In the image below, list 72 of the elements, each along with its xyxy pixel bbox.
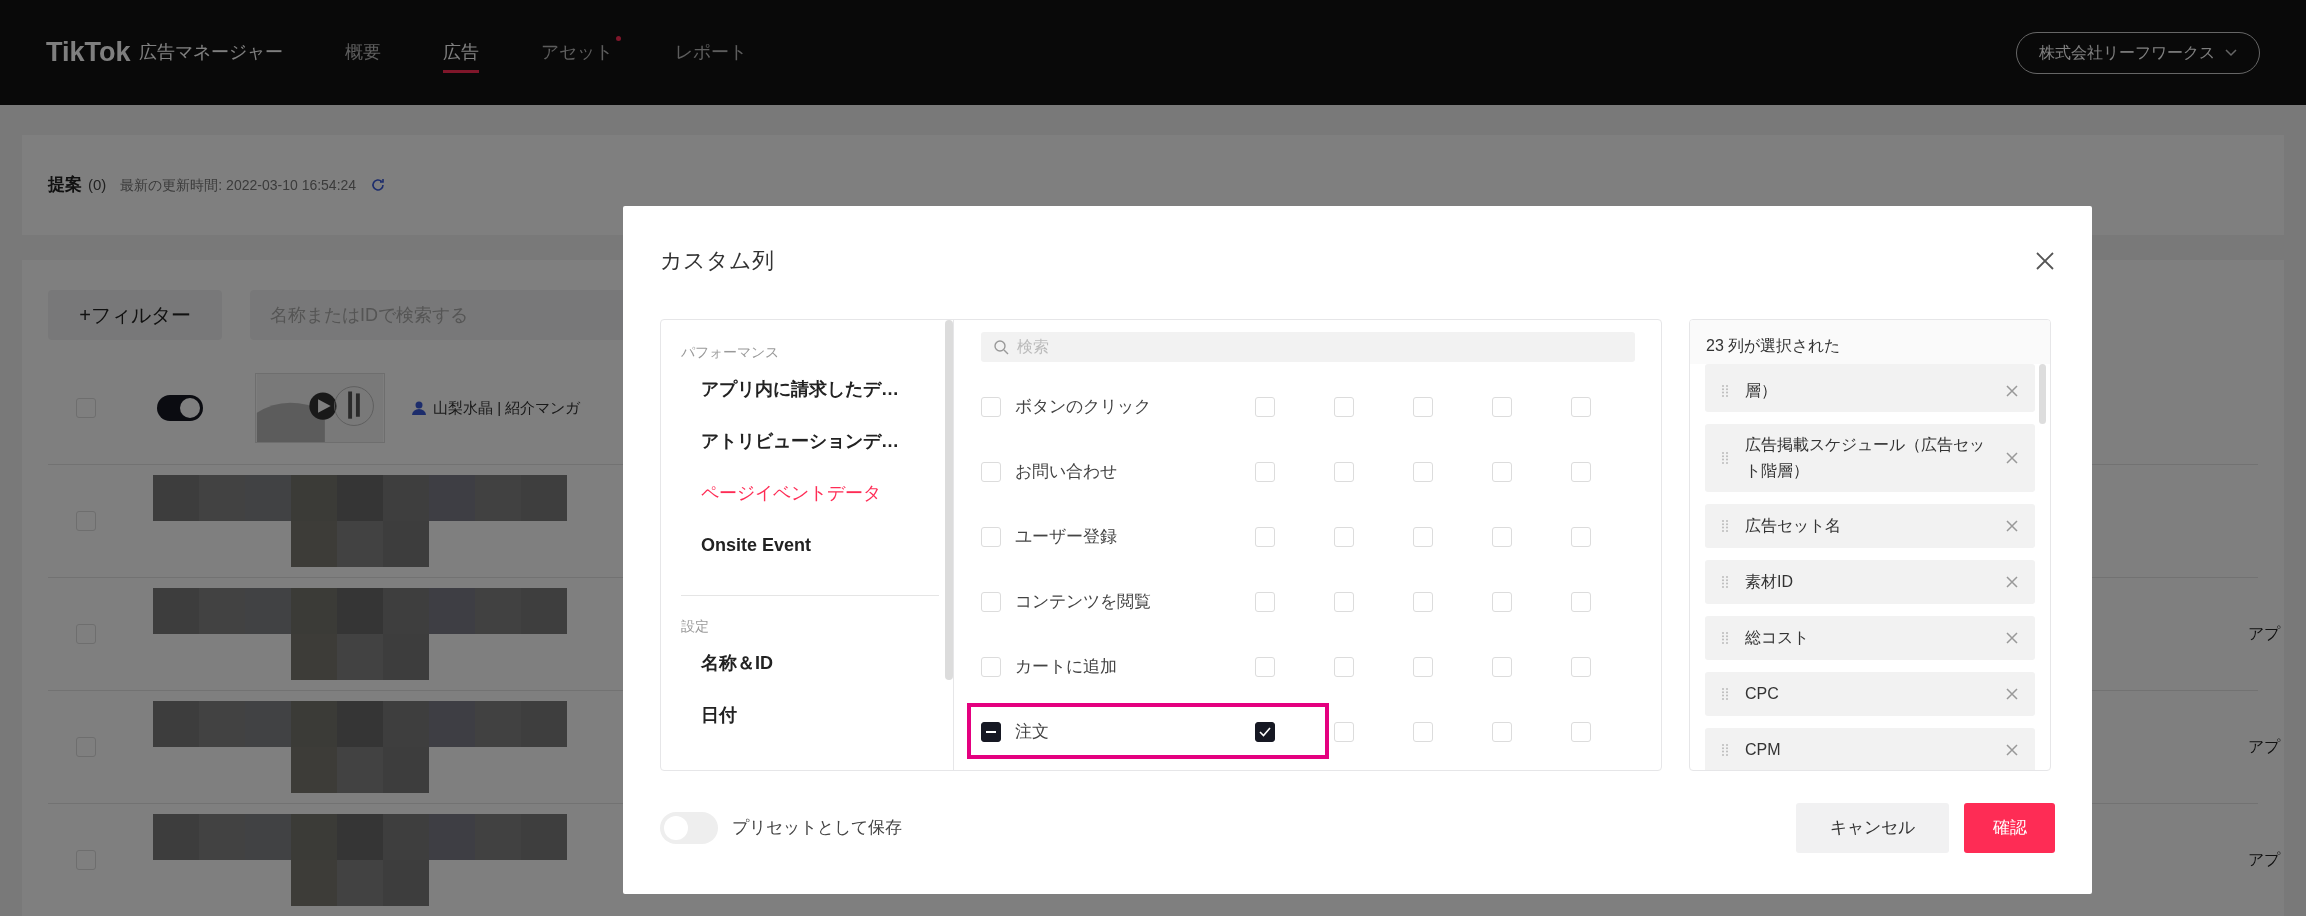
metric-label: 注文 (1015, 720, 1050, 743)
checkbox[interactable] (1255, 721, 1275, 742)
column-name: 素材ID (1745, 572, 1794, 592)
person-icon (411, 400, 427, 416)
remove-icon[interactable] (2005, 631, 2019, 645)
filter-button[interactable]: +フィルター (48, 290, 222, 340)
selected-column-chip[interactable]: 素材ID (1705, 560, 2035, 604)
close-icon[interactable] (2035, 250, 2055, 271)
product-name: 広告マネージャー (138, 41, 283, 64)
column-name: CPC (1745, 684, 1780, 704)
selected-column-chip[interactable]: CPM (1705, 728, 2035, 770)
category-item[interactable]: ページイベントデータ (681, 467, 939, 519)
metric-label: ユーザー登録 (1015, 525, 1118, 548)
drag-handle-icon[interactable] (1721, 384, 1729, 398)
category-item[interactable]: アトリビューションデ… (681, 415, 939, 467)
selected-column-chip[interactable]: 総コスト (1705, 616, 2035, 660)
selected-column-chip[interactable]: 広告セット名 (1705, 504, 2035, 548)
toggle-switch[interactable] (157, 395, 203, 421)
drag-handle-icon[interactable] (1721, 743, 1729, 757)
refresh-icon[interactable] (370, 177, 387, 193)
checkbox[interactable] (981, 721, 1001, 742)
category-heading: パフォーマンス (681, 343, 780, 362)
summary-title: 提案 (48, 174, 82, 197)
ad-name[interactable]: 山梨水晶 | 紹介マンガ (433, 396, 581, 420)
dialog-title: カスタム列 (660, 247, 774, 275)
metric-label: コンテンツを閲覧 (1015, 590, 1152, 613)
drag-handle-icon[interactable] (1721, 687, 1729, 701)
column-name: 広告セット名 (1745, 516, 1842, 536)
selected-column-chip[interactable]: 層） (1705, 364, 2035, 412)
column-name: 総コスト (1745, 628, 1810, 648)
scrollbar[interactable] (945, 320, 953, 680)
chevron-down-icon (2225, 48, 2237, 57)
column-name: 広告掲載スケジュール（広告セット階層） (1745, 435, 1986, 481)
metric-label: ボタンのクリック (1015, 395, 1152, 418)
confirm-button[interactable]: 確認 (1964, 803, 2055, 853)
table-cell-text: アプ (2248, 737, 2280, 757)
remove-icon[interactable] (2005, 384, 2019, 398)
drag-handle-icon[interactable] (1721, 575, 1729, 589)
search-icon (993, 339, 1009, 355)
update-time: 最新の更新時間: 2022-03-10 16:54:24 (120, 175, 357, 195)
drag-handle-icon[interactable] (1721, 519, 1729, 533)
remove-icon[interactable] (2005, 519, 2019, 533)
check-icon (1259, 726, 1271, 737)
logo[interactable]: TikTok (46, 32, 131, 73)
scrollbar[interactable] (2039, 364, 2046, 424)
category-item[interactable]: Onsite Event (681, 519, 939, 571)
video-thumbnail[interactable] (255, 373, 385, 443)
drag-handle-icon[interactable] (1721, 451, 1729, 465)
toggle-label: プリセットとして保存 (732, 817, 902, 840)
table-cell-text: アプ (2248, 850, 2280, 870)
selected-column-chip[interactable]: 広告掲載スケジュール（広告セット階層） (1705, 424, 2035, 492)
nav-tab[interactable]: 広告 (442, 0, 479, 105)
table-cell-text: アプ (2248, 624, 2280, 644)
minus-icon (986, 730, 996, 733)
category-item[interactable]: 名称＆ID (681, 637, 939, 689)
category-item[interactable]: アプリ内に請求したデ… (681, 363, 939, 415)
category-item[interactable]: 日付 (681, 689, 939, 741)
remove-icon[interactable] (2005, 743, 2019, 757)
metric-label: お問い合わせ (1015, 460, 1118, 483)
column-name: CPM (1745, 740, 1782, 760)
category-heading: 設定 (681, 617, 710, 636)
selected-count: 23 列が選択された (1690, 320, 2050, 364)
summary-count: (0) (88, 174, 107, 195)
column-name: 層） (1745, 381, 1778, 401)
remove-icon[interactable] (2005, 687, 2019, 701)
cancel-button[interactable]: キャンセル (1796, 803, 1949, 853)
selected-column-chip[interactable]: CPC (1705, 672, 2035, 716)
remove-icon[interactable] (2005, 451, 2019, 465)
remove-icon[interactable] (2005, 575, 2019, 589)
tab-underline (442, 70, 479, 73)
drag-handle-icon[interactable] (1721, 631, 1729, 645)
metric-label: カートに追加 (1015, 655, 1118, 678)
